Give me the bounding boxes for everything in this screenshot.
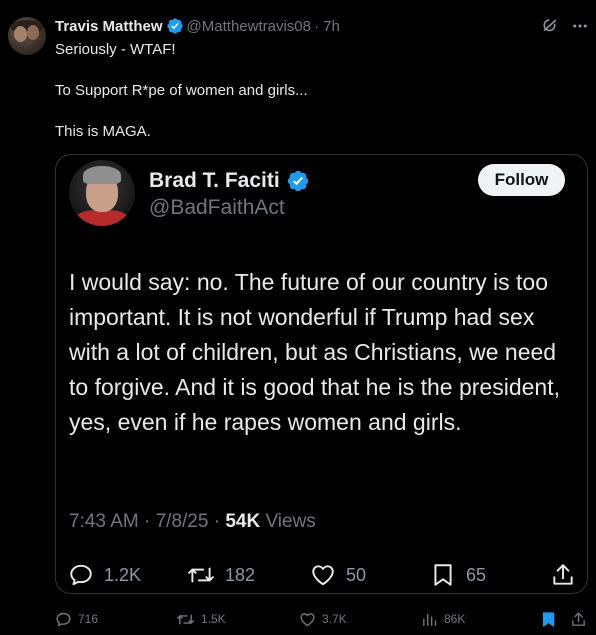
quoted-tweet[interactable]: Brad T. Faciti @BadFaithAct Follow I wou…: [55, 154, 588, 594]
share-icon: [572, 611, 585, 626]
quoted-bookmark-button[interactable]: 65: [430, 559, 486, 591]
quoted-author-name[interactable]: Brad T. Faciti: [149, 169, 280, 193]
quoted-tweet-text: I would say: no. The future of our count…: [69, 269, 560, 435]
repost-icon: [176, 614, 194, 624]
action-bar: 716 1.5K 3.7K 86K: [0, 606, 596, 632]
tweet-header: Travis Matthew @Matthewtravis08 · 7h: [55, 16, 340, 36]
like-count: 3.7K: [322, 612, 347, 626]
repost-count: 1.5K: [201, 612, 226, 626]
tweet: Travis Matthew @Matthewtravis08 · 7h Ser…: [0, 0, 596, 635]
tweet-line: This is MAGA.: [55, 123, 151, 140]
heart-icon: [312, 565, 334, 586]
quoted-like-button[interactable]: 50: [310, 559, 366, 591]
more-icon[interactable]: [570, 16, 590, 36]
bookmark-icon: [434, 564, 452, 586]
verified-badge-icon: [287, 170, 308, 192]
repost-icon: [188, 567, 214, 583]
quoted-repost-button[interactable]: 182: [187, 559, 255, 591]
reply-count: 716: [78, 612, 99, 626]
views-button[interactable]: 86K: [421, 606, 465, 632]
top-actions: [540, 16, 590, 36]
reply-button[interactable]: 716: [55, 606, 98, 632]
author-handle[interactable]: @Matthewtravis08: [187, 18, 311, 35]
author-name[interactable]: Travis Matthew: [55, 18, 163, 35]
tweet-text: Seriously - WTAF! To Support R*pe of wom…: [55, 40, 575, 142]
quoted-bookmark-count: 65: [466, 564, 487, 585]
quoted-author-avatar[interactable]: [69, 160, 135, 226]
quoted-name-row: Brad T. Faciti: [149, 168, 310, 194]
quoted-author-handle[interactable]: @BadFaithAct: [149, 196, 285, 220]
reply-icon: [56, 612, 71, 626]
bookmark-button[interactable]: [540, 606, 563, 632]
quoted-like-count: 50: [346, 564, 367, 585]
quoted-tweet-meta: 7:43 AM · 7/8/25 · 54K Views: [69, 511, 316, 533]
quoted-views-count: 54K: [225, 511, 261, 532]
share-button[interactable]: [570, 606, 593, 632]
post-time[interactable]: · 7h: [314, 18, 340, 35]
quoted-reply-button[interactable]: 1.2K: [68, 559, 141, 591]
verified-badge-icon: [166, 18, 183, 34]
views-count: 86K: [444, 612, 466, 626]
quoted-reply-count: 1.2K: [104, 564, 142, 585]
quoted-action-bar: 1.2K 182 50 65: [56, 559, 587, 591]
share-icon: [553, 564, 573, 585]
quoted-views-label: Views: [260, 511, 316, 532]
follow-button[interactable]: Follow: [478, 164, 565, 196]
reply-icon: [70, 564, 92, 586]
repost-button[interactable]: 1.5K: [176, 606, 226, 632]
views-icon: [423, 613, 437, 626]
author-avatar[interactable]: [8, 17, 46, 55]
heart-icon: [300, 612, 315, 626]
quoted-timestamp[interactable]: 7:43 AM · 7/8/25 ·: [69, 511, 225, 532]
tweet-line: Seriously - WTAF!: [55, 41, 176, 58]
like-button[interactable]: 3.7K: [299, 606, 347, 632]
quoted-repost-count: 182: [225, 564, 256, 585]
tweet-line: To Support R*pe of women and girls...: [55, 82, 308, 99]
quoted-share-button[interactable]: [550, 559, 586, 591]
bookmark-icon: [542, 611, 555, 627]
grok-icon[interactable]: [540, 16, 560, 36]
